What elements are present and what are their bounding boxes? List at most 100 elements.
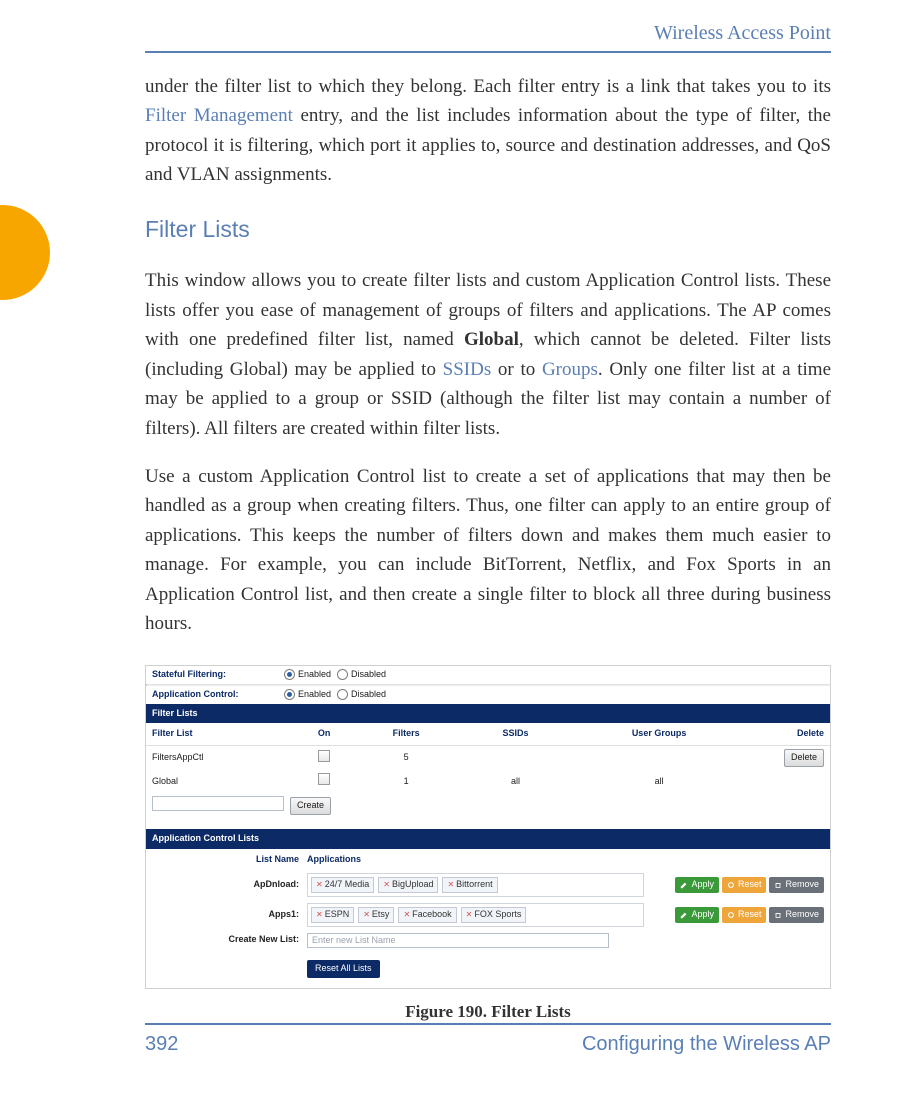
gear-icon [727,881,735,889]
cell-ssids [454,746,577,770]
acl-col-list-name: List Name [152,853,307,867]
reset-button[interactable]: Reset [722,907,767,923]
page-number: 392 [145,1029,178,1060]
col-filter-list: Filter List [146,723,290,745]
col-filters: Filters [358,723,454,745]
app-tag[interactable]: ✕BigUpload [378,877,438,893]
apply-button[interactable]: Apply [675,877,719,893]
delete-button[interactable]: Delete [784,749,824,767]
close-icon[interactable]: ✕ [447,879,454,891]
app-tag-label: Etsy [372,908,390,922]
link-filter-management[interactable]: Filter Management [145,105,293,126]
table-filter-lists: Filter List On Filters SSIDs User Groups… [146,723,830,819]
remove-label: Remove [785,878,819,892]
radio-group-stateful[interactable]: Enabled Disabled [284,668,386,682]
radio-appctl-disabled-label: Disabled [351,688,386,702]
paragraph-filter-lists-2: Use a custom Application Control list to… [145,462,831,639]
radio-stateful-enabled-label: Enabled [298,668,331,682]
figure-caption: Figure 190. Filter Lists [145,999,831,1025]
close-icon[interactable]: ✕ [316,879,323,891]
app-tag[interactable]: ✕Etsy [358,907,394,923]
close-icon[interactable]: ✕ [466,909,473,921]
app-tag[interactable]: ✕Bittorrent [442,877,497,893]
app-tag-label: Bittorrent [456,878,493,892]
intro-text-start: under the filter list to which they belo… [145,76,831,97]
reset-button[interactable]: Reset [722,877,767,893]
table-row: Global 1 all all [146,770,830,793]
remove-button[interactable]: Remove [769,907,824,923]
create-new-list-label: Create New List: [152,933,307,947]
app-tag-label: Facebook [412,908,452,922]
radio-stateful-disabled-label: Disabled [351,668,386,682]
close-icon[interactable]: ✕ [363,909,370,921]
checkbox-on[interactable] [318,750,330,762]
p1-bold-global: Global [464,329,519,350]
apply-button[interactable]: Apply [675,907,719,923]
gear-icon [727,911,735,919]
table-row-create: Create [146,793,830,819]
reset-label: Reset [738,878,762,892]
cell-name[interactable]: Global [146,770,290,793]
footer-section: Configuring the Wireless AP [582,1029,831,1060]
close-icon[interactable]: ✕ [403,909,410,921]
radio-group-appctl[interactable]: Enabled Disabled [284,688,386,702]
acl-col-applications: Applications [307,853,644,867]
app-control-grid: List Name Applications ApDnload: ✕24/7 M… [146,849,830,954]
cell-groups: all [577,770,741,793]
pencil-icon [680,911,688,919]
link-groups[interactable]: Groups [542,359,598,380]
acl-row-name: ApDnload: [152,878,307,892]
create-button[interactable]: Create [290,797,331,815]
cell-filters: 1 [358,770,454,793]
acl-row-apps[interactable]: ✕24/7 Media ✕BigUpload ✕Bittorrent [307,873,644,897]
row-stateful-filtering: Stateful Filtering: Enabled Disabled [146,666,830,684]
radio-appctl-enabled-label: Enabled [298,688,331,702]
app-tag-label: FOX Sports [474,908,521,922]
app-tag-label: BigUpload [392,878,434,892]
cell-name[interactable]: FiltersAppCtl [146,746,290,770]
section-title-filter-lists: Filter Lists [145,212,831,248]
acl-row-apps[interactable]: ✕ESPN ✕Etsy ✕Facebook ✕FOX Sports [307,903,644,927]
link-ssids[interactable]: SSIDs [443,359,492,380]
band-filter-lists: Filter Lists [146,704,830,724]
row-app-control: Application Control: Enabled Disabled [146,686,830,704]
col-delete: Delete [741,723,830,745]
remove-label: Remove [785,908,819,922]
new-list-input[interactable] [152,796,284,811]
page-header: Wireless Access Point [145,18,831,53]
trash-icon [774,881,782,889]
band-app-control-lists: Application Control Lists [146,829,830,849]
app-tag[interactable]: ✕FOX Sports [461,907,527,923]
label-stateful: Stateful Filtering: [152,668,284,682]
trash-icon [774,911,782,919]
intro-paragraph: under the filter list to which they belo… [145,72,831,190]
close-icon[interactable]: ✕ [316,909,323,921]
reset-all-lists-button[interactable]: Reset All Lists [307,960,380,978]
figure-filter-lists: Stateful Filtering: Enabled Disabled App… [145,665,831,989]
p1-t3: or to [491,359,542,380]
radio-appctl-enabled[interactable] [284,689,295,700]
page-footer: 392 Configuring the Wireless AP [145,1023,831,1060]
create-new-list-placeholder: Enter new List Name [308,935,400,945]
paragraph-filter-lists-1: This window allows you to create filter … [145,266,831,443]
col-user-groups: User Groups [577,723,741,745]
app-tag[interactable]: ✕24/7 Media [311,877,374,893]
radio-stateful-disabled[interactable] [337,669,348,680]
table-row: FiltersAppCtl 5 Delete [146,746,830,770]
app-tag-label: 24/7 Media [325,878,370,892]
label-appctl: Application Control: [152,688,284,702]
radio-appctl-disabled[interactable] [337,689,348,700]
acl-row-name: Apps1: [152,908,307,922]
checkbox-on[interactable] [318,773,330,785]
apply-label: Apply [691,908,714,922]
reset-label: Reset [738,908,762,922]
pencil-icon [680,881,688,889]
app-tag[interactable]: ✕ESPN [311,907,354,923]
close-icon[interactable]: ✕ [383,879,390,891]
radio-stateful-enabled[interactable] [284,669,295,680]
col-ssids: SSIDs [454,723,577,745]
remove-button[interactable]: Remove [769,877,824,893]
create-new-list-input[interactable]: Enter new List Name [307,933,609,948]
col-on: On [290,723,358,745]
app-tag[interactable]: ✕Facebook [398,907,456,923]
